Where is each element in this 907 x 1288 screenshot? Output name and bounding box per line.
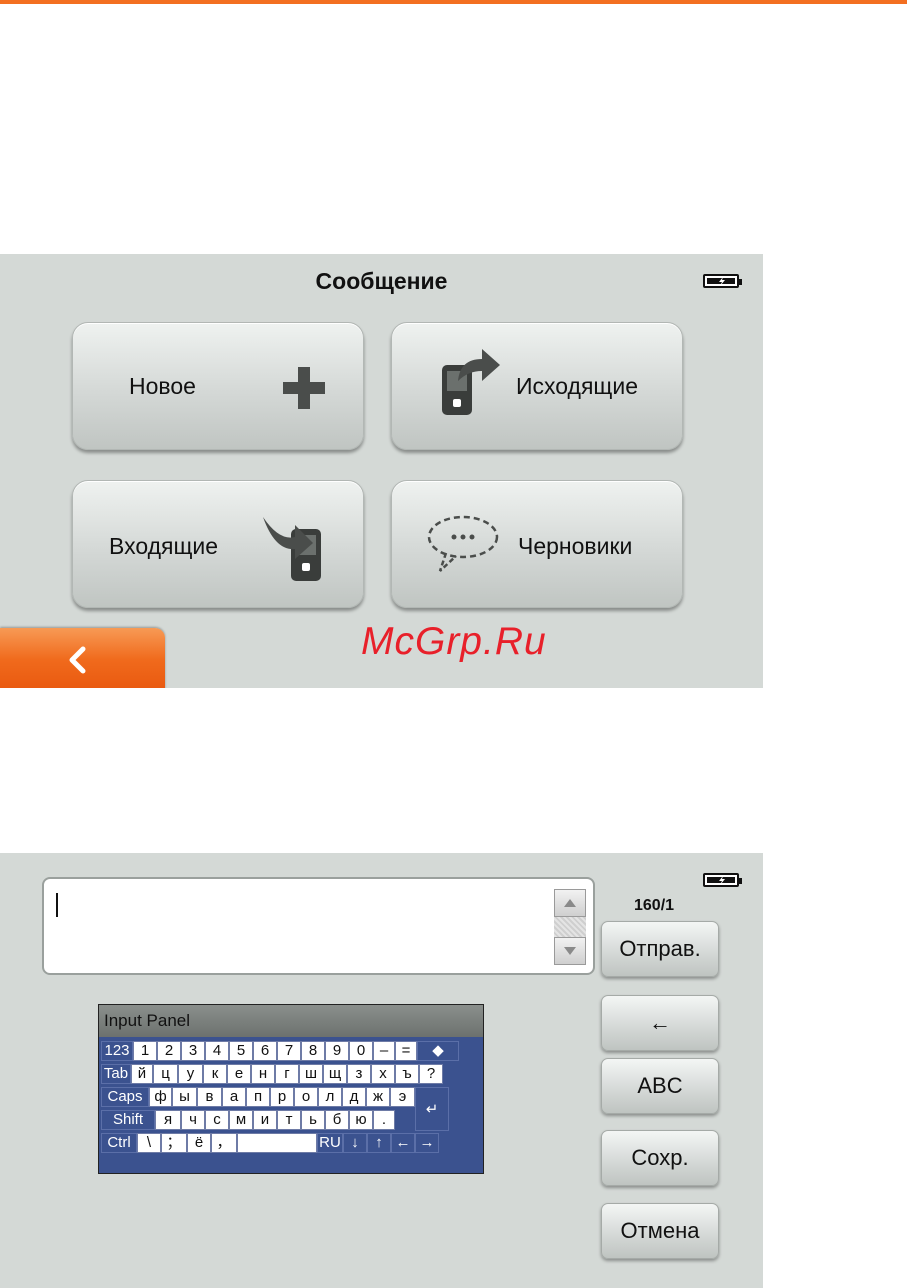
keyboard-key[interactable]: р — [270, 1087, 294, 1107]
keyboard-key[interactable]: 6 — [253, 1041, 277, 1061]
battery-charging-icon — [703, 274, 742, 288]
outbox-label: Исходящие — [516, 373, 638, 399]
keyboard-key[interactable]: ъ — [395, 1064, 419, 1084]
keyboard-key[interactable]: 7 — [277, 1041, 301, 1061]
keyboard-key[interactable]: ф — [149, 1087, 172, 1107]
keyboard-key[interactable]: 5 — [229, 1041, 253, 1061]
keyboard-key[interactable]: \ — [137, 1133, 161, 1153]
keyboard-key[interactable]: л — [318, 1087, 342, 1107]
keyboard-key[interactable]: → — [415, 1133, 439, 1153]
inbox-button[interactable]: Входящие — [72, 480, 364, 608]
keyboard-key[interactable]: г — [275, 1064, 299, 1084]
scroll-down-button[interactable] — [554, 937, 586, 965]
keyboard-key[interactable]: . — [373, 1110, 395, 1130]
send-button[interactable]: Отправ. — [601, 921, 719, 977]
back-button[interactable] — [0, 628, 165, 688]
top-accent-bar — [0, 0, 907, 4]
drafts-button[interactable]: Черновики — [391, 480, 683, 608]
keyboard-key[interactable]: Shift — [101, 1110, 155, 1130]
keyboard-key[interactable]: = — [395, 1041, 417, 1061]
keyboard-key[interactable]: 123 — [101, 1041, 133, 1061]
keyboard-key[interactable]: 1 — [133, 1041, 157, 1061]
keyboard-key[interactable]: 4 — [205, 1041, 229, 1061]
keyboard-key[interactable]: н — [251, 1064, 275, 1084]
keyboard-key[interactable]: RU — [317, 1133, 343, 1153]
keyboard-key[interactable]: 8 — [301, 1041, 325, 1061]
keyboard-key[interactable]: ， — [211, 1133, 237, 1153]
plus-icon — [283, 367, 325, 409]
keyboard-key[interactable]: ； — [161, 1133, 187, 1153]
keyboard-key[interactable]: д — [342, 1087, 366, 1107]
keyboard-key[interactable]: б — [325, 1110, 349, 1130]
message-input[interactable] — [42, 877, 595, 975]
keyboard-key[interactable]: а — [222, 1087, 246, 1107]
keyboard-key[interactable]: м — [229, 1110, 253, 1130]
keyboard-key[interactable]: Tab — [101, 1064, 131, 1084]
keyboard-key[interactable]: з — [347, 1064, 371, 1084]
keyboard-key[interactable]: ? — [419, 1064, 443, 1084]
phone-arrow-in-icon — [263, 517, 321, 581]
page-title: Сообщение — [315, 268, 448, 294]
input-panel: Input Panel 123 1 2 3 4 5 6 7 8 9 0– = ◆ Tab й ц у к е н г ш щ… — [98, 1004, 484, 1174]
triangle-up-icon — [564, 899, 576, 907]
keyboard-key[interactable]: ↵ — [415, 1087, 449, 1131]
keyboard-key[interactable]: ё — [187, 1133, 211, 1153]
keyboard-key[interactable]: ч — [181, 1110, 205, 1130]
keyboard-key[interactable]: ← — [391, 1133, 415, 1153]
keyboard-key[interactable]: ↓ — [343, 1133, 367, 1153]
keyboard-key[interactable]: 2 — [157, 1041, 181, 1061]
keyboard-key[interactable]: 0 — [349, 1041, 373, 1061]
keyboard-key[interactable]: ◆ — [417, 1041, 459, 1061]
keyboard-key[interactable]: ц — [153, 1064, 178, 1084]
keyboard-key[interactable]: х — [371, 1064, 395, 1084]
keyboard-key[interactable]: ы — [172, 1087, 197, 1107]
backspace-button[interactable]: ← — [601, 995, 719, 1051]
input-mode-button[interactable]: ABC — [601, 1058, 719, 1114]
keyboard-key[interactable]: ш — [299, 1064, 323, 1084]
watermark: McGrp.Ru — [361, 620, 547, 663]
phone-arrow-out-icon — [442, 349, 500, 415]
keyboard-key[interactable]: о — [294, 1087, 318, 1107]
keyboard-key[interactable]: е — [227, 1064, 251, 1084]
keyboard-key[interactable]: ю — [349, 1110, 373, 1130]
keyboard-key[interactable]: Ctrl — [101, 1133, 137, 1153]
keyboard-key[interactable]: ж — [366, 1087, 390, 1107]
keyboard-key[interactable]: с — [205, 1110, 229, 1130]
compose-screen: 160/1 Отправ. ← ABC Сохр. Отмена Input P… — [0, 853, 763, 1288]
chevron-left-icon — [69, 646, 86, 674]
keyboard-key[interactable]: Caps — [101, 1087, 149, 1107]
input-panel-title: Input Panel — [99, 1005, 483, 1037]
battery-charging-icon — [703, 873, 742, 887]
new-message-button[interactable]: Новое — [72, 322, 364, 450]
keyboard-key[interactable]: т — [277, 1110, 301, 1130]
keyboard-key[interactable] — [237, 1133, 317, 1153]
keyboard-key[interactable]: п — [246, 1087, 270, 1107]
keyboard-key[interactable]: 9 — [325, 1041, 349, 1061]
char-counter: 160/1 — [634, 897, 675, 914]
keyboard-key[interactable]: щ — [323, 1064, 347, 1084]
keyboard-key[interactable]: и — [253, 1110, 277, 1130]
triangle-down-icon — [564, 947, 576, 955]
keyboard-key[interactable]: й — [131, 1064, 153, 1084]
keyboard-key[interactable]: ь — [301, 1110, 325, 1130]
keyboard-key[interactable]: у — [178, 1064, 203, 1084]
keyboard-key[interactable]: 3 — [181, 1041, 205, 1061]
text-caret — [56, 893, 58, 917]
outbox-button[interactable]: Исходящие — [391, 322, 683, 450]
scrollbar[interactable] — [554, 889, 586, 965]
keyboard-key[interactable]: э — [390, 1087, 415, 1107]
speech-bubble-icon — [427, 515, 499, 572]
drafts-label: Черновики — [518, 533, 633, 559]
cancel-button[interactable]: Отмена — [601, 1203, 719, 1259]
save-button[interactable]: Сохр. — [601, 1130, 719, 1186]
keyboard-key[interactable]: ↑ — [367, 1133, 391, 1153]
keyboard-key[interactable]: я — [155, 1110, 181, 1130]
new-message-label: Новое — [129, 373, 196, 399]
keyboard-key[interactable]: – — [373, 1041, 395, 1061]
keyboard-key[interactable]: к — [203, 1064, 227, 1084]
inbox-label: Входящие — [109, 533, 219, 559]
scroll-up-button[interactable] — [554, 889, 586, 917]
keyboard-key[interactable]: в — [197, 1087, 222, 1107]
